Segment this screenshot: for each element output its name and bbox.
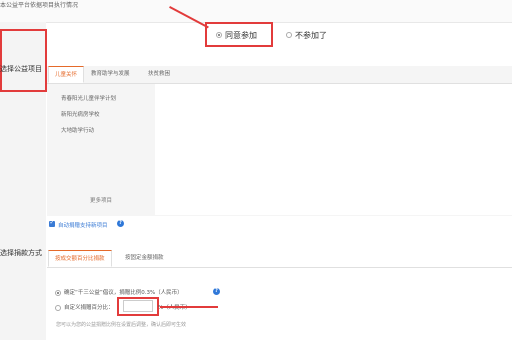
decline-radio[interactable] [286, 32, 292, 38]
decline-label[interactable]: 不参加了 [295, 30, 327, 41]
tab-education[interactable]: 教育助学与发展 [85, 66, 136, 83]
agree-label[interactable]: 同意参加 [225, 30, 257, 41]
donation-section-label: 选择捐款方式 [0, 249, 42, 257]
agree-radio[interactable] [216, 32, 222, 38]
annotation-arrow [160, 306, 218, 308]
project-content-area [155, 84, 512, 215]
tab-children-care[interactable]: 儿童关怀 [48, 66, 85, 83]
project-section-label: 选择公益项目 [0, 65, 42, 73]
preset-percentage-radio[interactable] [55, 290, 61, 296]
help-icon[interactable]: ? [117, 220, 124, 227]
project-item[interactable]: 青春阳光儿童伴学计划 [61, 94, 116, 102]
custom-percentage-label[interactable]: 自定义捐赠百分比： [64, 303, 114, 311]
tab-fixed-donation[interactable]: 按固定金额捐款 [119, 250, 170, 267]
project-item[interactable]: 大地助学行动 [61, 126, 94, 134]
auto-donate-checkbox[interactable] [49, 219, 55, 227]
header-text: 本公益平台依据项目执行情况 [0, 2, 79, 9]
more-projects-link[interactable]: 更多项目 [47, 193, 155, 209]
tab-poverty-relief[interactable]: 扶贫救困 [142, 66, 176, 83]
custom-percentage-radio[interactable] [55, 305, 61, 311]
project-tabs: 儿童关怀 教育助学与发展 扶贫救困 [47, 66, 512, 84]
help-icon[interactable]: ? [213, 288, 220, 295]
project-label-highlight [0, 29, 47, 92]
preset-percentage-label[interactable]: 确定“千三公益”倡议，捐赠比例0.3%（人民币） [64, 288, 183, 296]
donation-footnote: 您可以为您的公益捐赠比例在设置后调整，确认后即可生效 [56, 322, 187, 328]
auto-donate-label[interactable]: 自动捐赠支持新项目 [58, 221, 108, 229]
project-item[interactable]: 新阳光病房学校 [61, 110, 100, 118]
tab-percentage-donation[interactable]: 按成交额百分比捐款 [48, 250, 112, 267]
custom-percentage-input[interactable] [123, 300, 153, 312]
donation-tabs: 按成交额百分比捐款 按固定金额捐款 [47, 250, 512, 268]
